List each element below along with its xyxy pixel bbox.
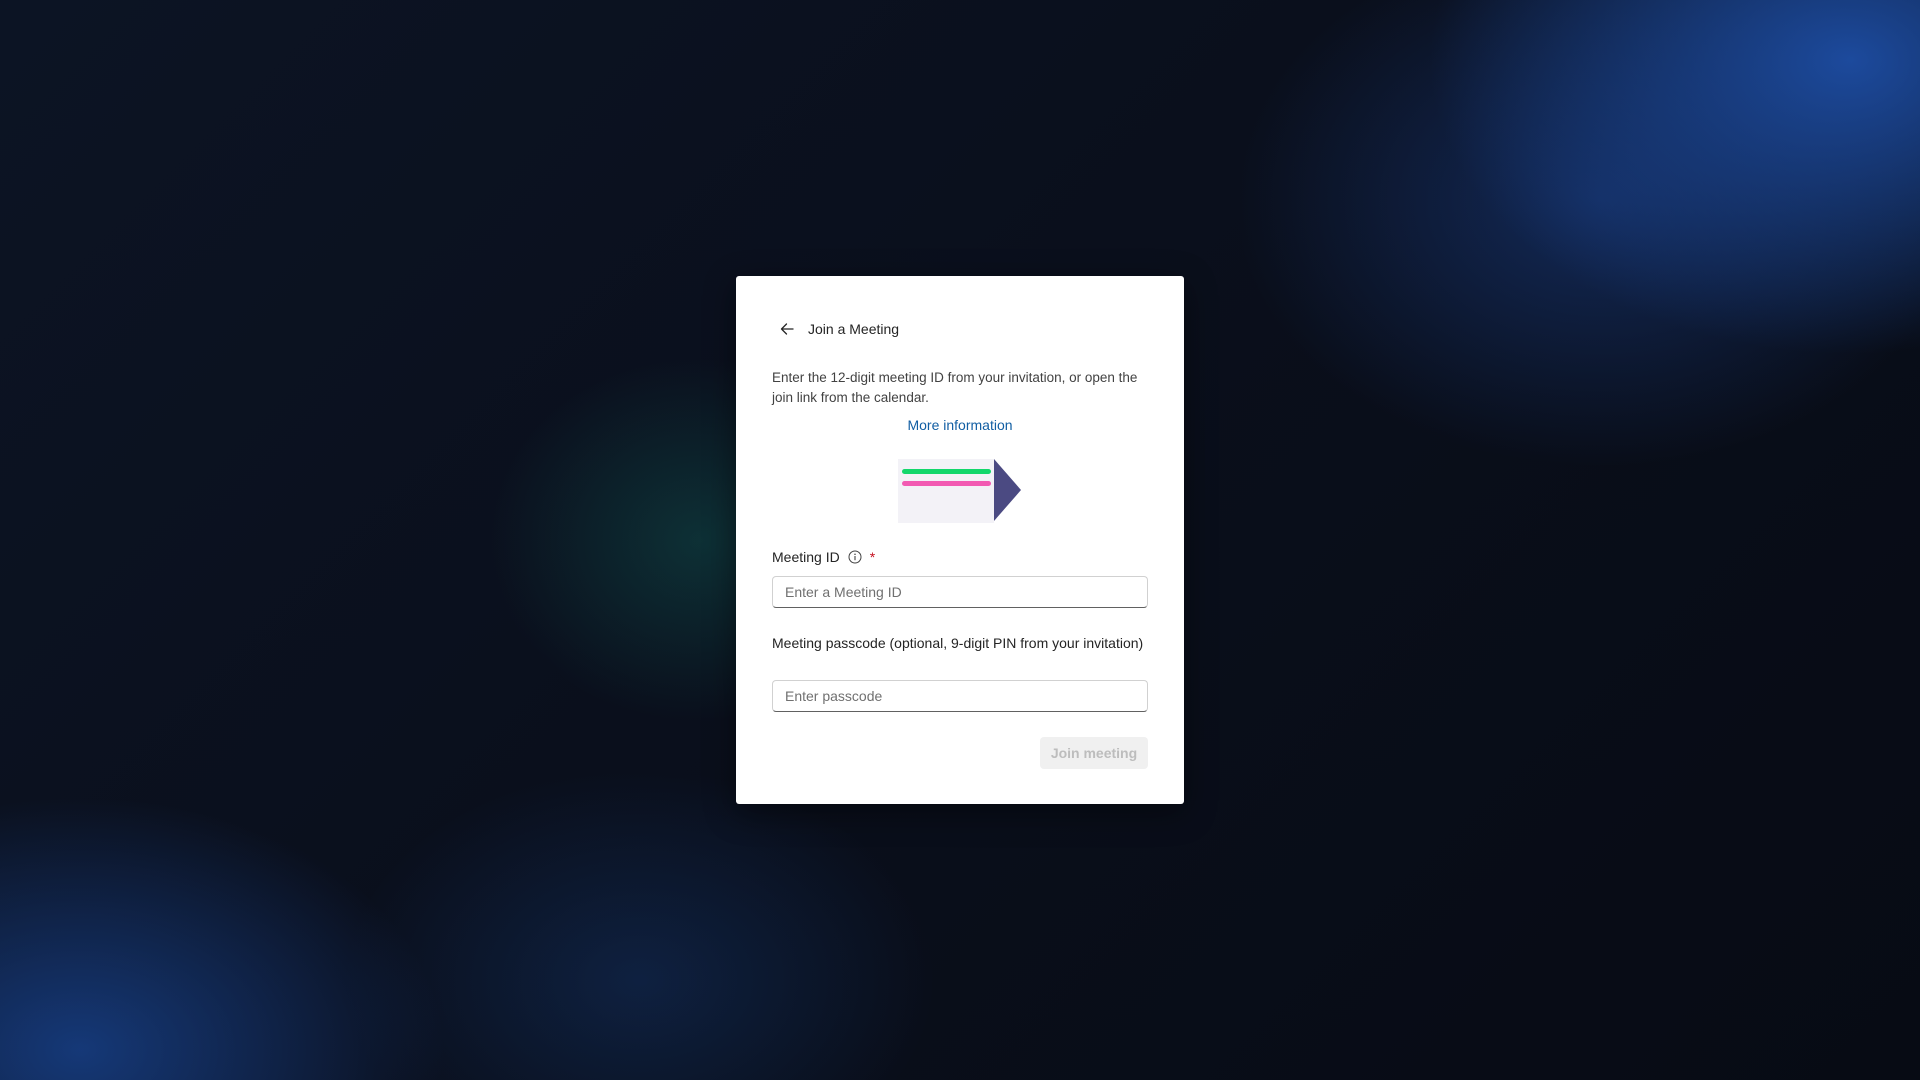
required-marker: * [869, 549, 876, 565]
meeting-id-label-text: Meeting ID [772, 549, 840, 565]
info-icon[interactable] [848, 550, 862, 564]
dialog-title: Join a Meeting [808, 321, 900, 337]
illustration-green-line [902, 469, 991, 474]
arrow-left-icon [780, 323, 794, 335]
illustration-card [898, 459, 994, 523]
meeting-id-label: Meeting ID * [772, 549, 875, 565]
illustration-arrow [994, 459, 1021, 521]
more-information-link[interactable]: More information [736, 417, 1184, 433]
back-button[interactable] [776, 318, 798, 340]
meeting-passcode-input[interactable] [772, 680, 1148, 712]
dialog-description: Enter the 12-digit meeting ID from your … [772, 370, 1138, 405]
dialog-header: Join a Meeting [776, 314, 899, 344]
meeting-id-input[interactable] [772, 576, 1148, 608]
join-meeting-dialog: Join a Meeting Enter the 12-digit meetin… [736, 276, 1184, 804]
meeting-passcode-label: Meeting passcode (optional, 9-digit PIN … [772, 635, 1144, 651]
meeting-illustration [898, 459, 1021, 523]
join-meeting-button[interactable]: Join meeting [1040, 737, 1148, 769]
illustration-pink-line [902, 481, 991, 486]
